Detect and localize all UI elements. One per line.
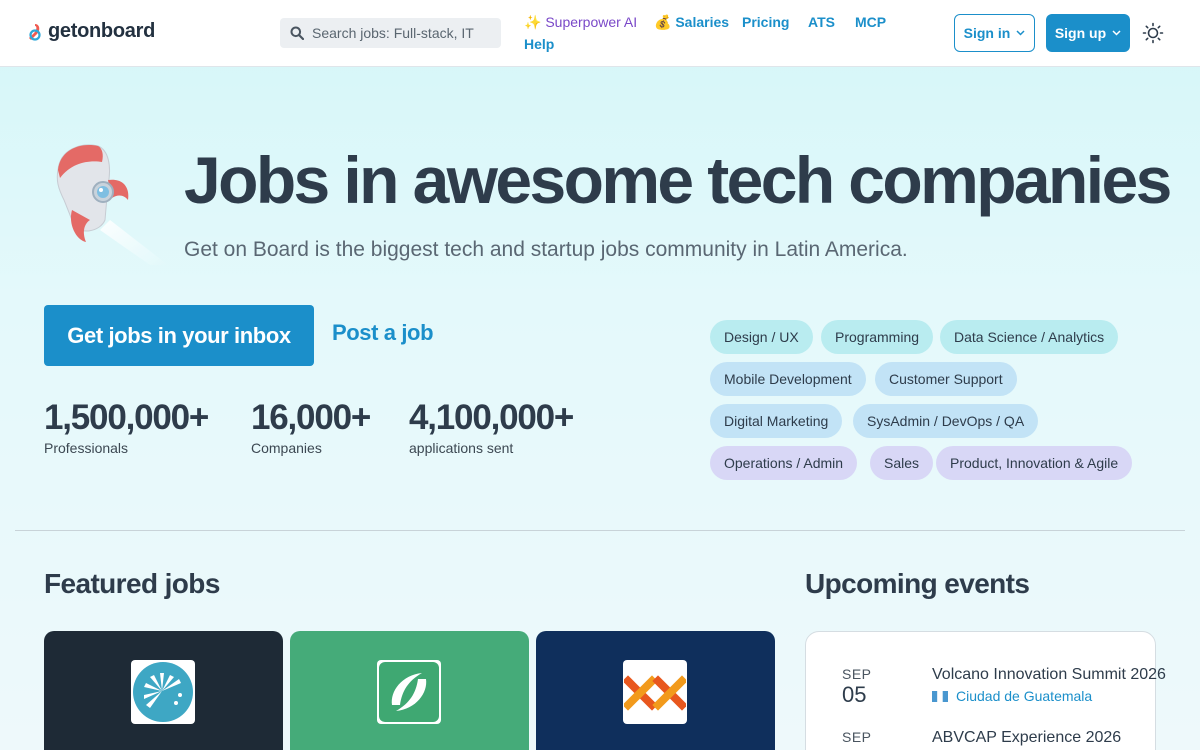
event-month: SEP — [842, 729, 872, 745]
company-logo — [377, 660, 441, 724]
stat-value: 16,000+ — [251, 398, 371, 437]
hero-subtitle: Get on Board is the biggest tech and sta… — [184, 238, 908, 261]
event-title[interactable]: Volcano Innovation Summit 2026 — [932, 666, 1166, 684]
logo[interactable]: getonboard — [28, 20, 155, 43]
featured-job-card[interactable] — [44, 631, 283, 750]
nav-pricing[interactable]: Pricing — [742, 14, 789, 30]
featured-job-card[interactable] — [290, 631, 529, 750]
event-day: 05 — [842, 682, 867, 707]
section-divider — [15, 530, 1185, 531]
sign-up-button[interactable]: Sign up — [1046, 14, 1130, 52]
sign-in-button[interactable]: Sign in — [954, 14, 1035, 52]
nav-superpower-ai[interactable]: ✨ Superpower AI — [524, 14, 637, 31]
nav-help[interactable]: Help — [524, 36, 554, 52]
stat-value: 1,500,000+ — [44, 398, 209, 437]
chevron-down-icon — [1016, 30, 1025, 36]
logo-mark-icon — [29, 23, 41, 41]
hero-title: Jobs in awesome tech companies — [184, 143, 1172, 217]
category-tag-sales[interactable]: Sales — [870, 446, 934, 480]
stat-label: applications sent — [409, 440, 514, 456]
nav-salaries[interactable]: 💰 Salaries — [654, 14, 729, 31]
stat-professionals: 1,500,000+ Professionals — [44, 398, 209, 456]
category-tag-programming[interactable]: Programming — [821, 320, 934, 354]
nav-ats[interactable]: ATS — [808, 14, 835, 30]
event-item[interactable]: SEP 05 Volcano Innovation Summit 2026 Ci… — [842, 666, 1166, 708]
category-tag-design-ux[interactable]: Design / UX — [710, 320, 813, 354]
company-logo — [131, 660, 195, 724]
category-tag-customer-support[interactable]: Customer Support — [875, 362, 1017, 396]
featured-jobs-title: Featured jobs — [44, 568, 220, 599]
sunburst-logo-icon — [133, 662, 193, 722]
category-tag-sysadmin-devops[interactable]: SysAdmin / DevOps / QA — [853, 404, 1039, 438]
stat-label: Professionals — [44, 440, 129, 456]
event-item[interactable]: SEP ABVCAP Experience 2026 — [842, 729, 1121, 746]
guatemala-flag-icon — [932, 690, 948, 702]
category-tag-operations-admin[interactable]: Operations / Admin — [710, 446, 858, 480]
leaf-logo-icon — [379, 662, 439, 722]
event-location: Ciudad de Guatemala — [932, 688, 1092, 704]
company-logo — [623, 660, 687, 724]
category-tag-data-science[interactable]: Data Science / Analytics — [940, 320, 1119, 354]
sun-icon[interactable] — [1142, 22, 1164, 44]
search-input[interactable] — [312, 25, 492, 41]
category-tag-product-innovation[interactable]: Product, Innovation & Agile — [936, 446, 1133, 480]
top-header: getonboard ✨ Superpower AI 💰 Salaries Pr… — [0, 0, 1200, 67]
get-jobs-inbox-button[interactable]: Get jobs in your inbox — [44, 305, 314, 366]
event-title[interactable]: ABVCAP Experience 2026 — [932, 729, 1121, 747]
logo-text: getonboard — [48, 20, 155, 42]
search-box[interactable] — [280, 18, 501, 48]
upcoming-events-title: Upcoming events — [805, 568, 1030, 599]
event-month: SEP — [842, 666, 872, 682]
sign-up-label: Sign up — [1054, 25, 1107, 41]
featured-job-card[interactable] — [536, 631, 775, 750]
sign-in-label: Sign in — [963, 25, 1011, 41]
category-tag-mobile-development[interactable]: Mobile Development — [710, 362, 866, 396]
stat-value: 4,100,000+ — [409, 398, 574, 437]
xx-logo-icon — [624, 675, 686, 711]
chevron-down-icon — [1112, 30, 1121, 36]
stat-label: Companies — [251, 440, 322, 456]
stat-companies: 16,000+ Companies — [251, 398, 371, 456]
post-job-link[interactable]: Post a job — [332, 320, 434, 346]
event-location-text: Ciudad de Guatemala — [956, 688, 1093, 704]
nav-mcp[interactable]: MCP — [855, 14, 886, 30]
category-tag-digital-marketing[interactable]: Digital Marketing — [710, 404, 843, 438]
events-card: SEP 05 Volcano Innovation Summit 2026 Ci… — [805, 631, 1166, 750]
search-icon — [290, 26, 304, 40]
stat-applications: 4,100,000+ applications sent — [409, 398, 574, 456]
rocket-illustration — [56, 144, 168, 265]
